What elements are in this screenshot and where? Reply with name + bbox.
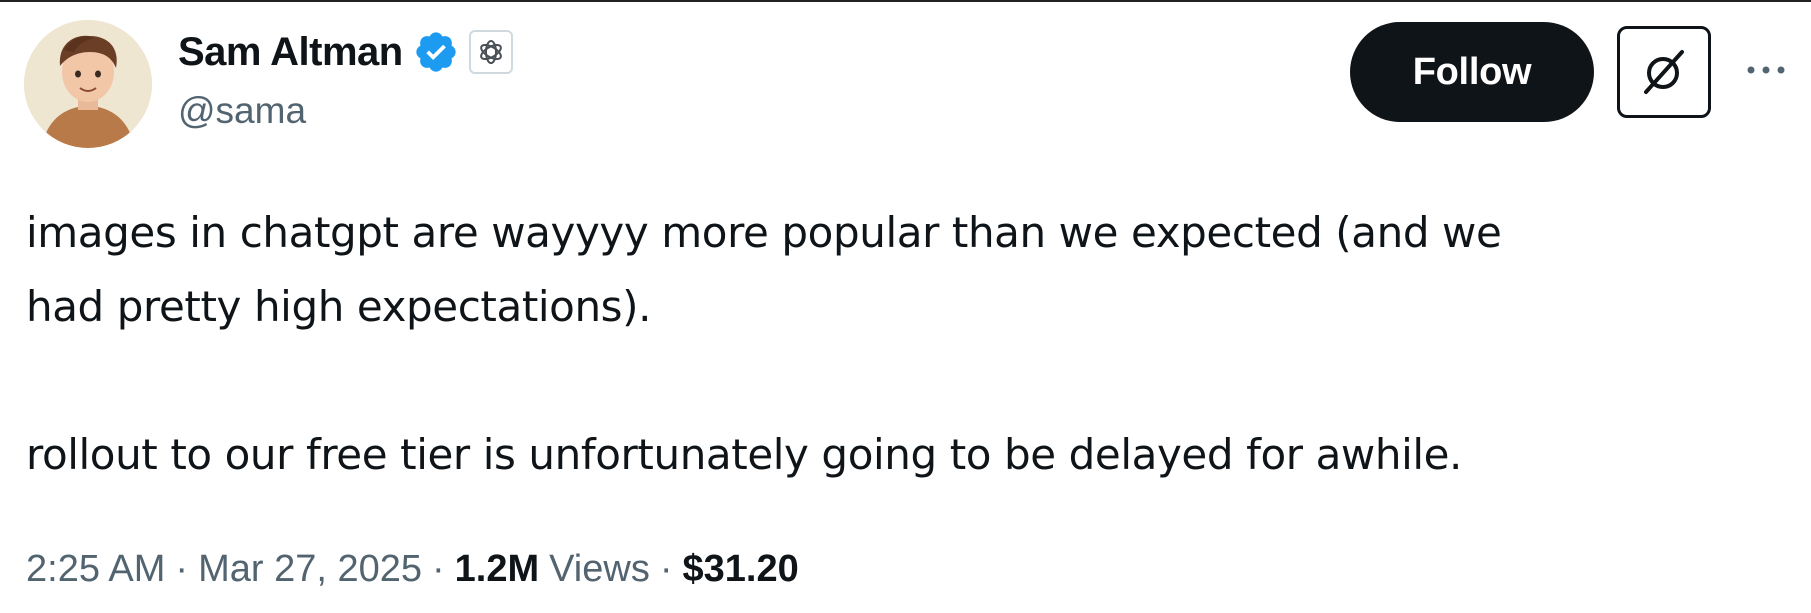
tweet-meta: 2:25 AM · Mar 27, 2025 · 1.2M Views · $3…	[26, 548, 799, 591]
tweet-card: Sam Altman @sama Follow images in chatgp…	[0, 0, 1811, 613]
meta-separator: ·	[659, 548, 673, 590]
price-value: $31.20	[682, 548, 799, 590]
grok-button[interactable]	[1617, 26, 1711, 118]
avatar-illustration	[24, 20, 152, 148]
tweet-text-line: rollout to our free tier is unfortunatel…	[26, 430, 1463, 479]
tweet-time[interactable]: 2:25 AM	[26, 548, 165, 591]
more-options-icon	[1747, 66, 1785, 74]
views-count: 1.2M	[454, 548, 540, 590]
avatar[interactable]	[24, 20, 152, 148]
meta-separator: ·	[432, 548, 445, 590]
openai-logo-icon[interactable]	[468, 30, 513, 74]
author-handle[interactable]: @sama	[178, 90, 306, 132]
more-options-button[interactable]	[1738, 50, 1794, 90]
tweet-text: images in chatgpt are wayyyy more popula…	[26, 196, 1786, 492]
tweet-date[interactable]: Mar 27, 2025	[198, 548, 422, 591]
verified-badge-icon[interactable]	[413, 29, 459, 75]
tweet-text-line: had pretty high expectations).	[26, 282, 652, 331]
author-name-row: Sam Altman	[178, 26, 513, 78]
follow-button[interactable]: Follow	[1350, 22, 1594, 122]
views-label: Views	[549, 548, 650, 590]
grok-icon	[1644, 50, 1684, 94]
author-display-name[interactable]: Sam Altman	[178, 30, 403, 75]
meta-separator: ·	[175, 548, 189, 590]
tweet-text-line: images in chatgpt are wayyyy more popula…	[26, 208, 1502, 257]
